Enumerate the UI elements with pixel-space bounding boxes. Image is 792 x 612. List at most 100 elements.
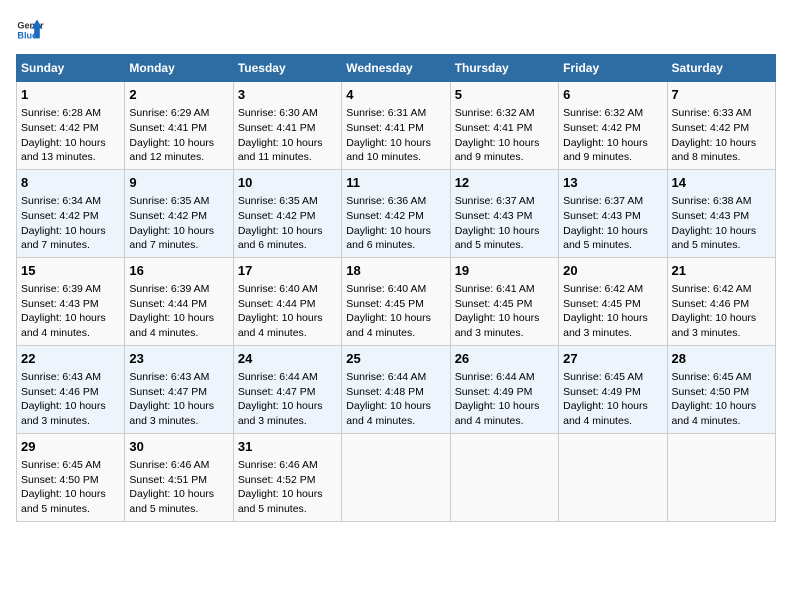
sunset: Sunset: 4:49 PM bbox=[563, 386, 641, 398]
daylight: Daylight: 10 hours and 6 minutes. bbox=[346, 225, 431, 252]
daylight: Daylight: 10 hours and 9 minutes. bbox=[563, 137, 648, 164]
calendar-cell: 15Sunrise: 6:39 AMSunset: 4:43 PMDayligh… bbox=[17, 257, 125, 345]
sunrise: Sunrise: 6:35 AM bbox=[238, 195, 318, 207]
calendar-cell bbox=[450, 433, 558, 521]
week-row-5: 29 Sunrise: 6:45 AM Sunset: 4:50 PM Dayligh… bbox=[17, 433, 776, 521]
day-number: 19 bbox=[455, 262, 554, 280]
daylight: Daylight: 10 hours and 7 minutes. bbox=[21, 225, 106, 252]
calendar-cell: 9Sunrise: 6:35 AMSunset: 4:42 PMDaylight… bbox=[125, 169, 233, 257]
calendar-table: SundayMondayTuesdayWednesdayThursdayFrid… bbox=[16, 54, 776, 522]
day-number: 20 bbox=[563, 262, 662, 280]
day-number: 27 bbox=[563, 350, 662, 368]
sunset: Sunset: 4:52 PM bbox=[238, 474, 316, 486]
sunset: Sunset: 4:45 PM bbox=[563, 298, 641, 310]
sunrise: Sunrise: 6:45 AM bbox=[563, 371, 643, 383]
sunset: Sunset: 4:42 PM bbox=[672, 122, 750, 134]
sunset: Sunset: 4:49 PM bbox=[455, 386, 533, 398]
calendar-cell: 11Sunrise: 6:36 AMSunset: 4:42 PMDayligh… bbox=[342, 169, 450, 257]
sunrise: Sunrise: 6:31 AM bbox=[346, 107, 426, 119]
calendar-cell bbox=[342, 433, 450, 521]
sunset: Sunset: 4:45 PM bbox=[346, 298, 424, 310]
calendar-cell: 18Sunrise: 6:40 AMSunset: 4:45 PMDayligh… bbox=[342, 257, 450, 345]
day-number: 30 bbox=[129, 438, 228, 456]
calendar-cell: 27 Sunrise: 6:45 AM Sunset: 4:49 PM Dayligh… bbox=[559, 345, 667, 433]
calendar-cell: 12Sunrise: 6:37 AMSunset: 4:43 PMDayligh… bbox=[450, 169, 558, 257]
calendar-cell: 21Sunrise: 6:42 AMSunset: 4:46 PMDayligh… bbox=[667, 257, 775, 345]
day-number: 17 bbox=[238, 262, 337, 280]
day-number: 29 bbox=[21, 438, 120, 456]
day-number: 16 bbox=[129, 262, 228, 280]
day-number: 2 bbox=[129, 86, 228, 104]
sunrise: Sunrise: 6:32 AM bbox=[455, 107, 535, 119]
header: General Blue bbox=[16, 16, 776, 44]
sunset: Sunset: 4:47 PM bbox=[129, 386, 207, 398]
col-header-monday: Monday bbox=[125, 55, 233, 82]
calendar-cell: 2Sunrise: 6:29 AMSunset: 4:41 PMDaylight… bbox=[125, 82, 233, 170]
daylight: Daylight: 10 hours and 6 minutes. bbox=[238, 225, 323, 252]
sunset: Sunset: 4:42 PM bbox=[563, 122, 641, 134]
sunrise: Sunrise: 6:39 AM bbox=[129, 283, 209, 295]
sunset: Sunset: 4:44 PM bbox=[238, 298, 316, 310]
sunset: Sunset: 4:50 PM bbox=[21, 474, 99, 486]
daylight: Daylight: 10 hours and 3 minutes. bbox=[21, 400, 106, 427]
sunset: Sunset: 4:42 PM bbox=[238, 210, 316, 222]
daylight: Daylight: 10 hours and 4 minutes. bbox=[129, 312, 214, 339]
sunrise: Sunrise: 6:44 AM bbox=[346, 371, 426, 383]
daylight: Daylight: 10 hours and 3 minutes. bbox=[672, 312, 757, 339]
daylight: Daylight: 10 hours and 8 minutes. bbox=[672, 137, 757, 164]
calendar-cell: 28Sunrise: 6:45 AMSunset: 4:50 PMDayligh… bbox=[667, 345, 775, 433]
week-row-1: 1Sunrise: 6:28 AMSunset: 4:42 PMDaylight… bbox=[17, 82, 776, 170]
daylight: Daylight: 10 hours and 4 minutes. bbox=[563, 400, 648, 427]
col-header-sunday: Sunday bbox=[17, 55, 125, 82]
sunset: Sunset: 4:50 PM bbox=[672, 386, 750, 398]
calendar-cell: 10 Sunrise: 6:35 AM Sunset: 4:42 PM Dayligh… bbox=[233, 169, 341, 257]
sunrise: Sunrise: 6:40 AM bbox=[238, 283, 318, 295]
day-number: 11 bbox=[346, 174, 445, 192]
day-number: 10 bbox=[238, 174, 337, 192]
calendar-cell: 29Sunrise: 6:45 AMSunset: 4:50 PMDayligh… bbox=[17, 433, 125, 521]
sunrise: Sunrise: 6:46 AM bbox=[238, 459, 318, 471]
sunset: Sunset: 4:41 PM bbox=[346, 122, 424, 134]
sunrise: Sunrise: 6:42 AM bbox=[672, 283, 752, 295]
day-number: 14 bbox=[672, 174, 771, 192]
col-header-saturday: Saturday bbox=[667, 55, 775, 82]
daylight: Daylight: 10 hours and 3 minutes. bbox=[455, 312, 540, 339]
col-header-thursday: Thursday bbox=[450, 55, 558, 82]
calendar-cell: 13Sunrise: 6:37 AMSunset: 4:43 PMDayligh… bbox=[559, 169, 667, 257]
calendar-cell: 22Sunrise: 6:43 AMSunset: 4:46 PMDayligh… bbox=[17, 345, 125, 433]
day-number: 26 bbox=[455, 350, 554, 368]
sunrise: Sunrise: 6:43 AM bbox=[129, 371, 209, 383]
sunrise: Sunrise: 6:36 AM bbox=[346, 195, 426, 207]
sunrise: Sunrise: 6:32 AM bbox=[563, 107, 643, 119]
sunset: Sunset: 4:41 PM bbox=[129, 122, 207, 134]
week-row-3: 15Sunrise: 6:39 AMSunset: 4:43 PMDayligh… bbox=[17, 257, 776, 345]
sunset: Sunset: 4:43 PM bbox=[21, 298, 99, 310]
calendar-cell: 31Sunrise: 6:46 AMSunset: 4:52 PMDayligh… bbox=[233, 433, 341, 521]
daylight: Daylight: 10 hours and 11 minutes. bbox=[238, 137, 323, 164]
day-number: 13 bbox=[563, 174, 662, 192]
sunset: Sunset: 4:42 PM bbox=[129, 210, 207, 222]
day-number: 3 bbox=[238, 86, 337, 104]
sunset: Sunset: 4:42 PM bbox=[21, 122, 99, 134]
logo-icon: General Blue bbox=[16, 16, 44, 44]
sunrise: Sunrise: 6:46 AM bbox=[129, 459, 209, 471]
sunrise: Sunrise: 6:41 AM bbox=[455, 283, 535, 295]
sunrise: Sunrise: 6:28 AM bbox=[21, 107, 101, 119]
daylight: Daylight: 10 hours and 5 minutes. bbox=[238, 488, 323, 515]
daylight: Daylight: 10 hours and 3 minutes. bbox=[563, 312, 648, 339]
calendar-cell: 30Sunrise: 6:46 AMSunset: 4:51 PMDayligh… bbox=[125, 433, 233, 521]
sunrise: Sunrise: 6:33 AM bbox=[672, 107, 752, 119]
day-number: 9 bbox=[129, 174, 228, 192]
sunrise: Sunrise: 6:35 AM bbox=[129, 195, 209, 207]
calendar-cell: 25Sunrise: 6:44 AMSunset: 4:48 PMDayligh… bbox=[342, 345, 450, 433]
sunrise: Sunrise: 6:37 AM bbox=[455, 195, 535, 207]
calendar-cell: 6Sunrise: 6:32 AMSunset: 4:42 PMDaylight… bbox=[559, 82, 667, 170]
week-row-2: 8Sunrise: 6:34 AMSunset: 4:42 PMDaylight… bbox=[17, 169, 776, 257]
sunset: Sunset: 4:45 PM bbox=[455, 298, 533, 310]
daylight: Daylight: 10 hours and 4 minutes. bbox=[672, 400, 757, 427]
day-number: 5 bbox=[455, 86, 554, 104]
sunrise: Sunrise: 6:45 AM bbox=[21, 459, 101, 471]
sunrise: Sunrise: 6:34 AM bbox=[21, 195, 101, 207]
daylight: Daylight: 10 hours and 5 minutes. bbox=[563, 225, 648, 252]
daylight: Daylight: 10 hours and 5 minutes. bbox=[455, 225, 540, 252]
